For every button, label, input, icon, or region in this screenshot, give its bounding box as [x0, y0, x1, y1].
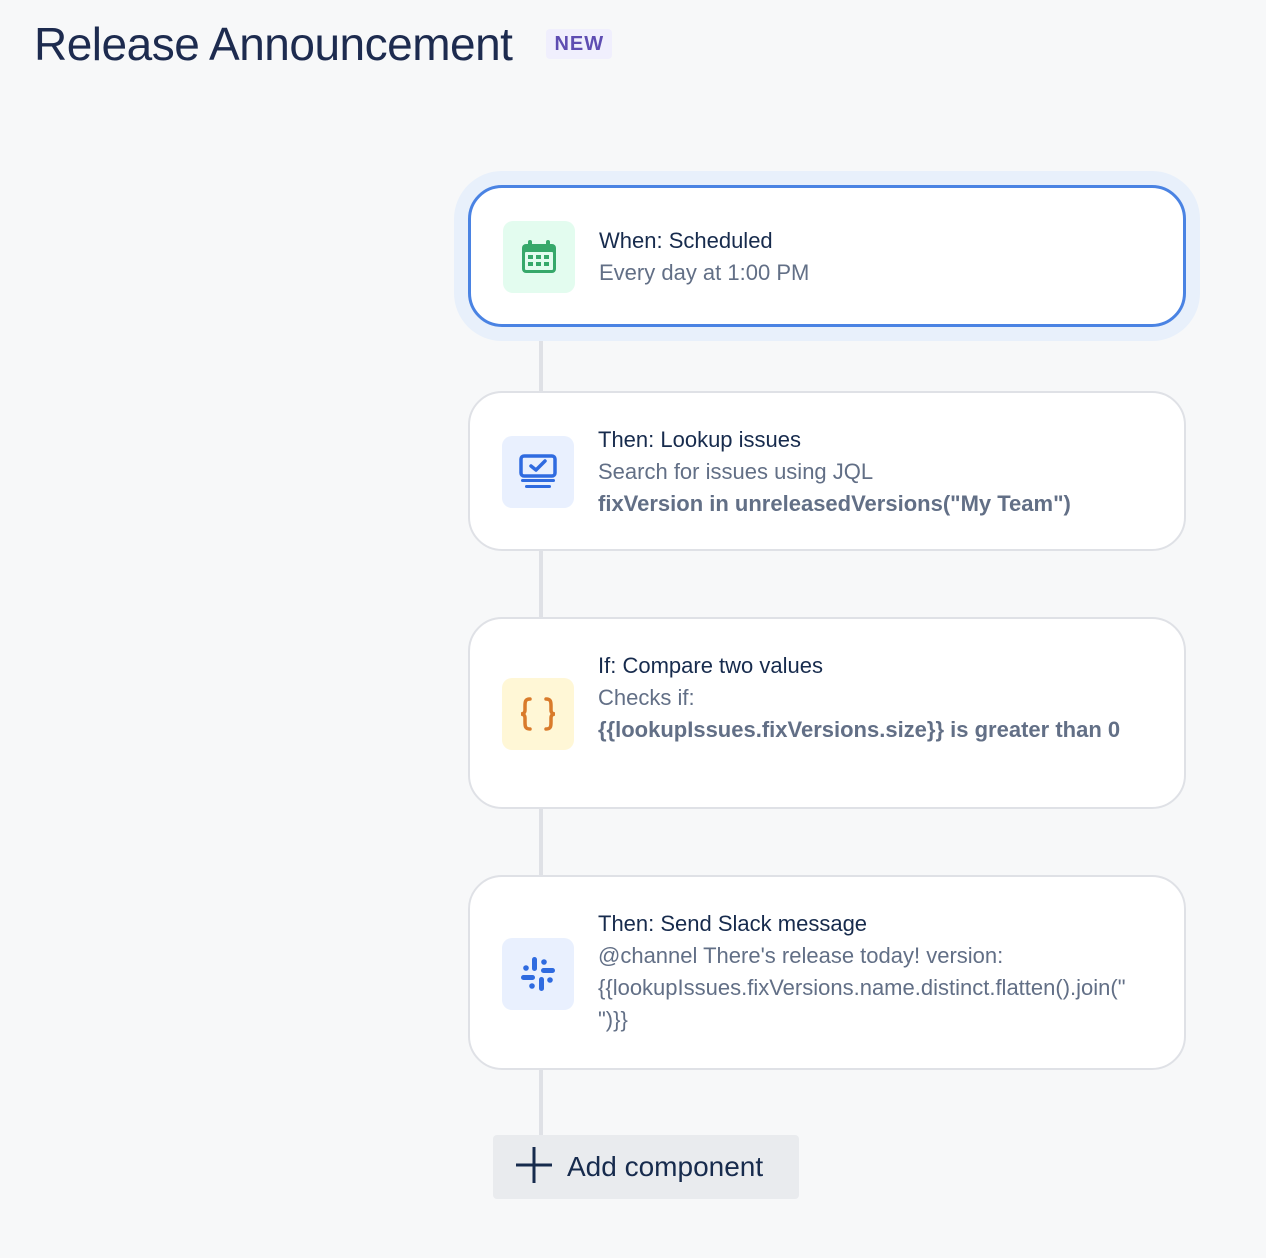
add-component-button[interactable]: Add component — [493, 1135, 799, 1199]
connector-line — [539, 1069, 543, 1135]
page-title: Release Announcement — [34, 18, 513, 70]
braces-icon — [502, 678, 574, 750]
condition-card-compare-values[interactable]: If: Compare two values Checks if: {{look… — [468, 617, 1186, 809]
step-detail: fixVersion in unreleasedVersions("My Tea… — [598, 491, 1071, 516]
step-subtitle: Search for issues using JQL — [598, 459, 874, 484]
action-card-lookup-issues[interactable]: Then: Lookup issues Search for issues us… — [468, 391, 1186, 551]
slack-icon — [502, 938, 574, 1010]
step-subtitle: Every day at 1:00 PM — [599, 260, 810, 285]
connector-line — [539, 808, 543, 876]
step-title: When: Scheduled — [599, 228, 773, 253]
lookup-issues-icon — [502, 436, 574, 508]
connector-line — [539, 326, 543, 392]
plus-icon — [515, 1146, 553, 1189]
step-detail: {{lookupIssues.fixVersions.size}} is gre… — [598, 717, 1121, 742]
add-component-label: Add component — [567, 1151, 764, 1182]
step-subtitle: Checks if: — [598, 685, 695, 710]
new-badge: NEW — [546, 29, 613, 59]
step-title: If: Compare two values — [598, 653, 823, 678]
step-subtitle: @channel There's release today! version: — [598, 943, 1004, 968]
action-card-send-slack[interactable]: Then: Send Slack message @channel There'… — [468, 875, 1186, 1070]
page-header: Release Announcement NEW — [34, 16, 613, 72]
calendar-icon — [503, 221, 575, 293]
trigger-card-scheduled[interactable]: When: Scheduled Every day at 1:00 PM — [468, 185, 1186, 327]
step-title: Then: Lookup issues — [598, 427, 802, 452]
step-title: Then: Send Slack message — [598, 911, 868, 936]
connector-line — [539, 550, 543, 618]
step-detail: {{lookupIssues.fixVersions.name.distinct… — [598, 975, 1126, 1032]
